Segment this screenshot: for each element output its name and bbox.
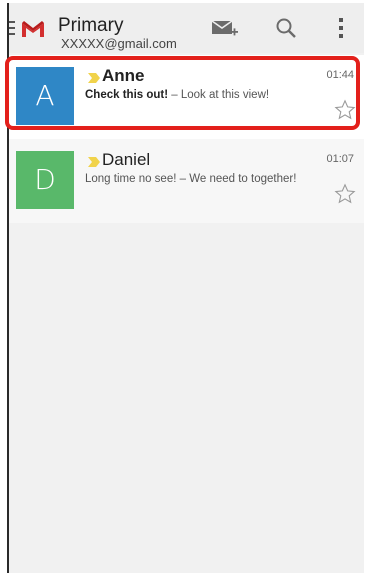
message-subject: Long time no see! xyxy=(85,173,177,185)
overflow-menu-button[interactable] xyxy=(321,11,361,45)
snippet-separator: – xyxy=(176,173,190,185)
star-icon[interactable] xyxy=(334,99,356,121)
sender-name: Daniel xyxy=(102,150,151,169)
list-item-daniel[interactable]: D Daniel 01:07 Long time no see! – We ne… xyxy=(9,139,364,223)
snippet-separator: – xyxy=(168,89,181,101)
avatar[interactable]: A xyxy=(16,67,74,125)
message-time: 01:07 xyxy=(326,153,354,165)
important-marker-icon[interactable] xyxy=(88,73,100,83)
drawer-indicator-icon[interactable] xyxy=(9,21,15,35)
message-snippet: Long time no see! – We need to together! xyxy=(85,173,317,185)
avatar[interactable]: D xyxy=(16,151,74,209)
overflow-menu-icon xyxy=(339,18,343,38)
star-icon[interactable] xyxy=(334,183,356,205)
message-preview: We need to together! xyxy=(189,173,297,185)
message-list: A Anne 01:44 Check this out! – Look at t… xyxy=(9,55,364,223)
action-bar: Primary XXXXX@gmail.com xyxy=(9,3,364,53)
compose-icon xyxy=(211,20,238,36)
message-preview: Look at this view! xyxy=(180,89,270,101)
search-button[interactable] xyxy=(266,11,306,45)
list-item-anne[interactable]: A Anne 01:44 Check this out! – Look at t… xyxy=(9,55,364,139)
account-email[interactable]: XXXXX@gmail.com xyxy=(61,37,177,51)
important-marker-icon[interactable] xyxy=(88,157,100,167)
message-subject: Check this out! xyxy=(85,89,169,101)
message-time: 01:44 xyxy=(326,69,354,81)
compose-button[interactable] xyxy=(205,11,245,45)
message-snippet: Check this out! – Look at this view! xyxy=(85,89,317,101)
sender-name: Anne xyxy=(102,66,145,85)
gmail-logo-icon xyxy=(22,21,44,37)
mailbox-title[interactable]: Primary xyxy=(58,16,123,36)
search-icon xyxy=(276,18,296,38)
phone-screen: Primary XXXXX@gmail.com A Anne 01:44 Che… xyxy=(7,3,364,573)
